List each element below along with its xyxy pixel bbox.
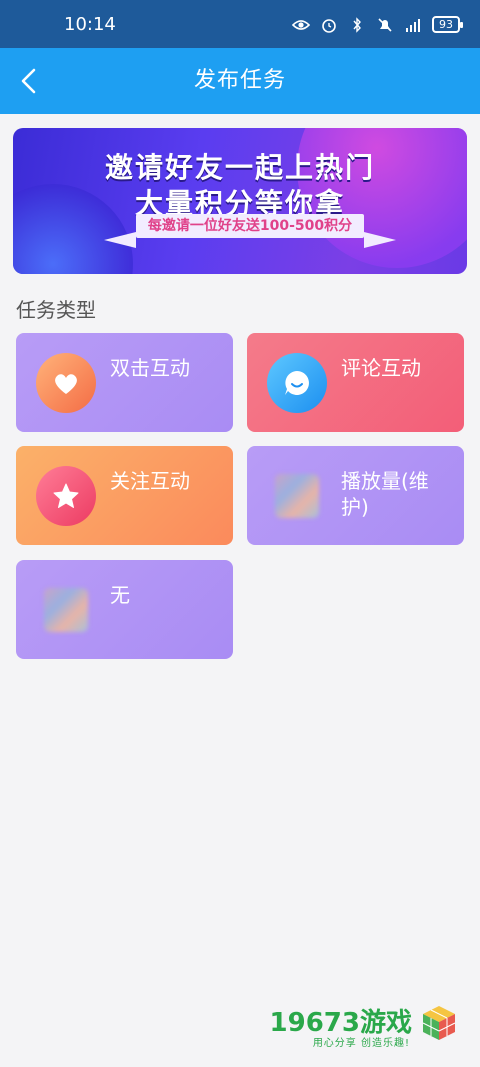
signal-icon (406, 18, 420, 32)
status-bar: 10:14 93 (0, 0, 480, 48)
star-icon (36, 466, 96, 526)
task-card-label: 播放量(维护) (341, 469, 429, 519)
banner-ribbon: 每邀请一位好友送100-500积分 (136, 214, 364, 238)
battery-indicator: 93 (432, 16, 463, 33)
comment-icon (267, 353, 327, 413)
task-card-follow[interactable]: 关注互动 (16, 446, 233, 545)
placeholder-image-icon (44, 588, 88, 632)
section-title: 任务类型 (16, 298, 96, 322)
ribbon-tail (364, 232, 396, 248)
task-card-label: 评论互动 (341, 356, 421, 380)
eye-icon (292, 19, 310, 30)
task-card-label: 无 (110, 583, 130, 607)
page-title: 发布任务 (193, 68, 286, 93)
mute-icon (378, 17, 392, 32)
task-card-none[interactable]: 无 (16, 560, 233, 659)
heart-icon (36, 353, 96, 413)
invite-banner[interactable]: 邀请好友一起上热门 大量积分等你拿 (13, 128, 467, 274)
app-bar: 发布任务 (0, 48, 480, 114)
cube-logo-icon (422, 1006, 456, 1040)
task-card-comment[interactable]: 评论互动 (247, 333, 464, 432)
task-card-label: 关注互动 (110, 469, 190, 493)
watermark-slogan: 用心分享 创造乐趣! (312, 1038, 410, 1049)
bluetooth-icon (353, 16, 361, 33)
placeholder-image-icon (275, 474, 319, 518)
task-card-double-tap[interactable]: 双击互动 (16, 333, 233, 432)
ribbon-tail (104, 232, 136, 248)
status-icons: 93 (292, 16, 463, 33)
banner-headline: 邀请好友一起上热门 (104, 151, 375, 184)
status-time: 10:14 (64, 14, 116, 35)
alarm-icon (322, 18, 336, 33)
task-card-plays[interactable]: 播放量(维护) (247, 446, 464, 545)
task-card-label: 双击互动 (110, 356, 190, 380)
